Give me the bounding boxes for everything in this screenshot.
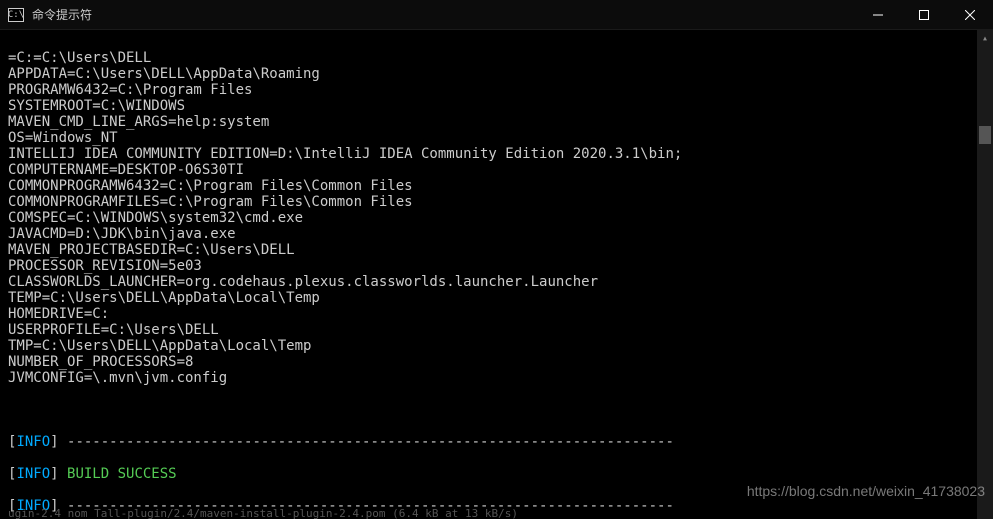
maven-build-success: [INFO] BUILD SUCCESS [8,466,985,482]
titlebar-left: C:\ 命令提示符 [8,6,92,23]
scrollbar-track[interactable]: ▴ [977,30,993,519]
close-button[interactable] [947,0,993,30]
bottom-dim-text: ugin-2.4 nom Tall-plugin/2.4/maven-insta… [0,507,993,519]
maximize-button[interactable] [901,0,947,30]
env-line: NUMBER_OF_PROCESSORS=8 [8,354,985,370]
env-line: APPDATA=C:\Users\DELL\AppData\Roaming [8,66,985,82]
blank-line [8,402,985,418]
env-line: OS=Windows_NT [8,130,985,146]
env-line: MAVEN_PROJECTBASEDIR=C:\Users\DELL [8,242,985,258]
env-line: COMMONPROGRAMW6432=C:\Program Files\Comm… [8,178,985,194]
env-line: PROCESSOR_REVISION=5e03 [8,258,985,274]
env-line: HOMEDRIVE=C: [8,306,985,322]
env-line: USERPROFILE=C:\Users\DELL [8,322,985,338]
cmd-icon: C:\ [8,8,24,22]
watermark-text: https://blog.csdn.net/weixin_41738023 [747,483,985,499]
env-line: TMP=C:\Users\DELL\AppData\Local\Temp [8,338,985,354]
env-line: =C:=C:\Users\DELL [8,50,985,66]
env-line: COMMONPROGRAMFILES=C:\Program Files\Comm… [8,194,985,210]
minimize-button[interactable] [855,0,901,30]
env-line: JAVACMD=D:\JDK\bin\java.exe [8,226,985,242]
window-title: 命令提示符 [32,6,92,23]
env-line: CLASSWORLDS_LAUNCHER=org.codehaus.plexus… [8,274,985,290]
window-titlebar: C:\ 命令提示符 [0,0,993,30]
env-line: COMPUTERNAME=DESKTOP-O6S30TI [8,162,985,178]
maven-info-sep1: [INFO] ---------------------------------… [8,434,985,450]
env-line: SYSTEMROOT=C:\WINDOWS [8,98,985,114]
terminal-output[interactable]: =C:=C:\Users\DELLAPPDATA=C:\Users\DELL\A… [0,30,993,519]
window-controls [855,0,993,30]
env-line: INTELLIJ IDEA COMMUNITY EDITION=D:\Intel… [8,146,985,162]
scroll-up-icon[interactable]: ▴ [977,30,993,46]
env-line: MAVEN_CMD_LINE_ARGS=help:system [8,114,985,130]
env-line: PROGRAMW6432=C:\Program Files [8,82,985,98]
env-line: COMSPEC=C:\WINDOWS\system32\cmd.exe [8,210,985,226]
env-line: TEMP=C:\Users\DELL\AppData\Local\Temp [8,290,985,306]
env-line: JVMCONFIG=\.mvn\jvm.config [8,370,985,386]
scrollbar-thumb[interactable] [979,126,991,144]
env-variables-block: =C:=C:\Users\DELLAPPDATA=C:\Users\DELL\A… [8,50,985,386]
